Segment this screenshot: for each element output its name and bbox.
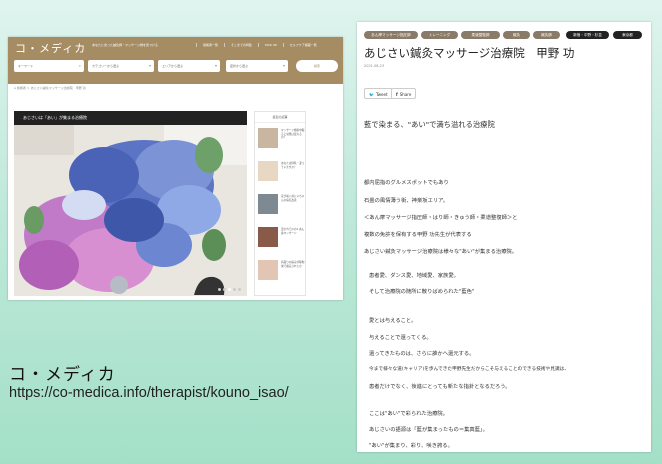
sidebar-article-title: 温まれてのの2 あん摩マッサージ <box>281 228 305 235</box>
article-heading: あじさい鍼灸マッサージ治療院 甲野 功 <box>364 46 575 60</box>
body-line: 与えることで還ってくる。 <box>369 335 432 341</box>
facebook-icon: f <box>396 92 398 97</box>
body-line: あじさいの語源は「藍が集まったもの＝集真藍」。 <box>369 427 488 433</box>
header-tagline: あなたに合った鍼灸師・マッサージ師を見つける <box>92 43 158 47</box>
site-logo[interactable]: コ・メディカ <box>15 40 86 56</box>
chevron-down-icon: ▾ <box>214 63 217 68</box>
symptom-select[interactable]: 症状から選ぶ ▾ <box>226 60 288 72</box>
article-lead: 藍で染まる、"あい"で満ち溢れる治療院 <box>364 120 495 129</box>
left-site-screenshot: コ・メディカ あなたに合った鍼灸師・マッサージ師を見つける 施術者一覧 そこまで… <box>8 37 343 300</box>
tag-judo-therapist[interactable]: 柔道整復師 <box>461 31 500 39</box>
symptom-placeholder: 症状から選ぶ <box>230 64 249 68</box>
keyword-placeholder: キーワード <box>18 64 34 68</box>
body-line: 還ってきたものは、さらに誰かへ還元する。 <box>369 351 475 357</box>
breadcrumb[interactable]: ⌂ 施術者 ＞ あじさい鍼灸マッサージ治療院 甲野 功 <box>14 86 86 90</box>
carousel-dot[interactable] <box>228 288 231 291</box>
caption-title: コ・メディカ <box>9 365 116 385</box>
tag-acupuncturist[interactable]: 鍼灸師 <box>533 31 560 39</box>
article-title-bar: あじさいは「あい」が集まる治療院 <box>14 111 247 125</box>
tag-acupuncture[interactable]: 鍼灸 <box>503 31 530 39</box>
body-line: そして治療院の随所に散りばめられた"藍色" <box>369 289 475 295</box>
keyword-input[interactable]: キーワード ⌕ <box>14 60 84 72</box>
nav-item-features[interactable]: そこまでの特集 <box>224 43 258 47</box>
search-button[interactable]: 検索 <box>296 60 338 72</box>
tag-training[interactable]: トレーニング <box>421 31 458 39</box>
area-select[interactable]: エリアから選ぶ ▾ <box>158 60 220 72</box>
body-line: ＜あん摩マッサージ指圧師・はり師・きゅう師・柔道整復師＞と <box>364 215 518 221</box>
sidebar-article-title: あなたは仰臥・違っていますか？ <box>281 162 305 169</box>
share-button[interactable]: f Share <box>391 88 417 99</box>
category-select[interactable]: カテゴリーから選ぶ ▾ <box>88 60 154 72</box>
tweet-button[interactable]: 🐦 Tweet <box>364 88 393 99</box>
sidebar-article[interactable]: マッサージ施術中眠ると効果は変わるの？ <box>258 128 304 150</box>
tag-area-tokyo[interactable]: 東京都 <box>613 31 642 39</box>
nav-item-selfcare[interactable]: セルフケア講座一覧 <box>282 43 323 47</box>
site-header: コ・メディカ あなたに合った鍼灸師・マッサージ師を見つける 施術者一覧 そこまで… <box>8 37 343 84</box>
article-date: 2021.08.23 <box>364 64 385 68</box>
body-line: 今まで様々な道(キャリア)を歩んできた甲野先生だからこそ与えることのできる技術や… <box>369 367 570 372</box>
category-placeholder: カテゴリーから選ぶ <box>92 64 120 68</box>
body-line: 石畳の風情薄う街、神楽坂エリア。 <box>364 198 449 204</box>
chevron-down-icon: ▾ <box>148 63 151 68</box>
body-line: 愛とは与えること。 <box>369 318 417 324</box>
chevron-down-icon: ▾ <box>282 63 285 68</box>
sidebar-article[interactable]: 花が咲く前にいちゃんの病気改善 <box>258 194 304 216</box>
recent-articles-sidebar: 最近の記事 マッサージ施術中眠ると効果は変わるの？ あなたは仰臥・違っていますか… <box>254 111 306 296</box>
tag-area-shinjuku[interactable]: 新宿・中野・杉並 <box>566 31 609 39</box>
article-thumbnail <box>258 260 278 280</box>
share-label: Share <box>399 92 412 97</box>
tag-list: あん摩マッサージ指圧師 トレーニング 柔道整復師 鍼灸 鍼灸師 新宿・中野・杉並… <box>364 31 649 43</box>
carousel-dots <box>218 288 241 291</box>
twitter-icon: 🐦 <box>369 92 374 97</box>
sidebar-article-title: 肩凝りの痛みが稼動域で確実されたか <box>281 261 305 268</box>
body-line: 都内屈指のグルメスポットでもあり <box>364 180 449 186</box>
carousel-dot[interactable] <box>238 288 241 291</box>
sidebar-title: 最近の記事 <box>255 112 305 123</box>
area-placeholder: エリアから選ぶ <box>162 64 184 68</box>
body-line: あじさい鍼灸マッサージ治療院は様々な"あい"が集まる治療院。 <box>364 249 518 255</box>
article-thumbnail <box>258 161 278 181</box>
article-thumbnail <box>258 128 278 148</box>
sidebar-article[interactable]: 温まれてのの2 あん摩マッサージ <box>258 227 304 249</box>
hydrangea-image <box>14 125 247 296</box>
nav-item-pickup[interactable]: PICK UP <box>258 43 283 47</box>
body-line: 患者だけでなく、後進にとっても新たな指針となるだろう。 <box>369 384 511 390</box>
carousel-dot[interactable] <box>233 288 236 291</box>
nav-item-therapists[interactable]: 施術者一覧 <box>196 43 224 47</box>
body-line: 患者愛、ダンス愛、地域愛、家族愛。 <box>369 273 459 279</box>
carousel-dot[interactable] <box>223 288 226 291</box>
tag-massage[interactable]: あん摩マッサージ指圧師 <box>364 31 418 39</box>
carousel-dot[interactable] <box>218 288 221 291</box>
search-bar: キーワード ⌕ カテゴリーから選ぶ ▾ エリアから選ぶ ▾ 症状から選ぶ ▾ 検… <box>14 60 343 73</box>
article-thumbnail <box>258 227 278 247</box>
right-article-screenshot: あん摩マッサージ指圧師 トレーニング 柔道整復師 鍼灸 鍼灸師 新宿・中野・杉並… <box>357 22 651 452</box>
search-icon: ⌕ <box>78 63 81 68</box>
sidebar-article[interactable]: 肩凝りの痛みが稼動域で確実されたか <box>258 260 304 282</box>
body-line: "あい"が集まり、彩り、咲き誇る。 <box>369 443 453 449</box>
body-line: ここは"あい"で彩られた治療院。 <box>369 411 449 417</box>
hydrangea-photo <box>14 125 247 296</box>
sidebar-article[interactable]: あなたは仰臥・違っていますか？ <box>258 161 304 183</box>
caption-url[interactable]: https://co-medica.info/therapist/kouno_i… <box>9 385 289 401</box>
sidebar-article-title: 花が咲く前にいちゃんの病気改善 <box>281 195 305 202</box>
sidebar-article-title: マッサージ施術中眠ると効果は変わるの？ <box>281 129 305 140</box>
tweet-label: Tweet <box>375 92 388 97</box>
body-line: 複数の免許を保有する甲野 功先生が代表する <box>364 232 472 238</box>
article-thumbnail <box>258 194 278 214</box>
article-title: あじさいは「あい」が集まる治療院 <box>23 115 87 120</box>
header-nav: 施術者一覧 そこまでの特集 PICK UP セルフケア講座一覧 <box>196 43 323 47</box>
